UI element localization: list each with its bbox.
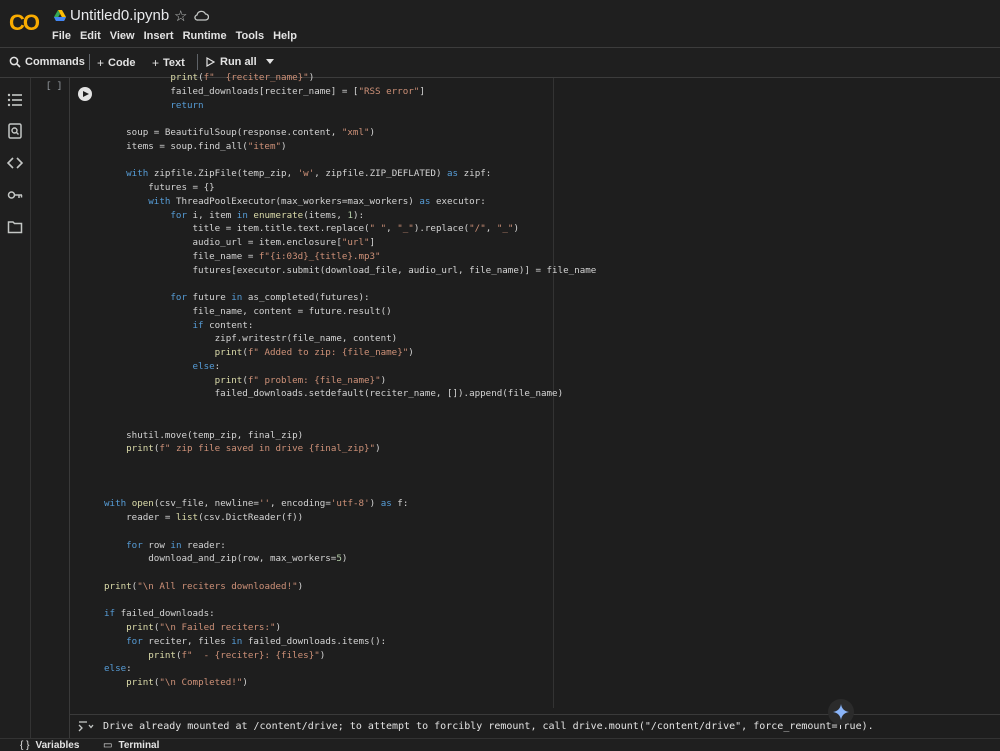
menu-file[interactable]: File (52, 30, 71, 42)
left-sidebar (0, 78, 31, 738)
terminal-tab[interactable]: ▭ Terminal (103, 740, 159, 751)
cloud-sync-icon[interactable] (194, 9, 209, 22)
app-header: CO Untitled0.ipynb ☆ File Edit View Inse… (0, 0, 1000, 47)
execution-count: [ ] (46, 81, 63, 91)
cell-output-text: Drive already mounted at /content/drive;… (103, 721, 874, 732)
commands-label: Commands (25, 56, 85, 68)
menu-tools[interactable]: Tools (236, 30, 265, 42)
menu-bar: File Edit View Insert Runtime Tools Help (52, 30, 306, 42)
colab-logo[interactable]: CO (9, 11, 43, 33)
toolbar-divider (197, 54, 198, 70)
menu-view[interactable]: View (110, 30, 135, 42)
run-cell-icon[interactable] (78, 87, 92, 101)
gemini-icon (833, 704, 849, 720)
add-code-button[interactable]: + Code (97, 56, 136, 70)
plus-icon: + (97, 56, 105, 70)
menu-help[interactable]: Help (273, 30, 297, 42)
terminal-label: Terminal (118, 740, 160, 751)
gemini-button[interactable] (828, 699, 854, 725)
menu-insert[interactable]: Insert (144, 30, 174, 42)
chevron-down-icon[interactable] (265, 59, 274, 65)
search-icon (9, 56, 21, 68)
run-all-button[interactable]: Run all (206, 56, 274, 68)
terminal-icon: ▭ (103, 740, 113, 751)
play-icon (206, 57, 215, 67)
variables-tab[interactable]: { } Variables (20, 740, 79, 751)
add-text-button[interactable]: + Text (152, 56, 185, 70)
star-icon[interactable]: ☆ (174, 7, 187, 25)
drive-icon[interactable] (54, 10, 66, 21)
output-icon[interactable] (78, 721, 94, 733)
folder-icon[interactable] (7, 219, 23, 235)
find-icon[interactable] (7, 123, 23, 139)
braces-icon: { } (20, 740, 30, 751)
commands-button[interactable]: Commands (9, 56, 85, 68)
code-editor[interactable]: print(f" {reciter_name}") failed_downloa… (104, 71, 596, 690)
add-code-label: Code (108, 57, 136, 69)
menu-edit[interactable]: Edit (80, 30, 101, 42)
add-text-label: Text (163, 57, 185, 69)
notebook-title[interactable]: Untitled0.ipynb (70, 7, 169, 24)
variables-label: Variables (35, 740, 80, 751)
logo-text: CO (9, 11, 40, 33)
output-divider (70, 714, 1000, 715)
toolbar-divider (89, 54, 90, 70)
menu-runtime[interactable]: Runtime (183, 30, 227, 42)
toc-icon[interactable] (7, 92, 23, 108)
plus-icon: + (152, 56, 160, 70)
bottom-bar: { } Variables ▭ Terminal (0, 738, 1000, 751)
cell-gutter-border (69, 78, 70, 738)
code-snippets-icon[interactable] (7, 155, 23, 171)
code-cell[interactable]: [ ] print(f" {reciter_name}") failed_dow… (30, 72, 1000, 738)
run-all-label: Run all (220, 56, 257, 68)
key-icon[interactable] (7, 187, 23, 203)
